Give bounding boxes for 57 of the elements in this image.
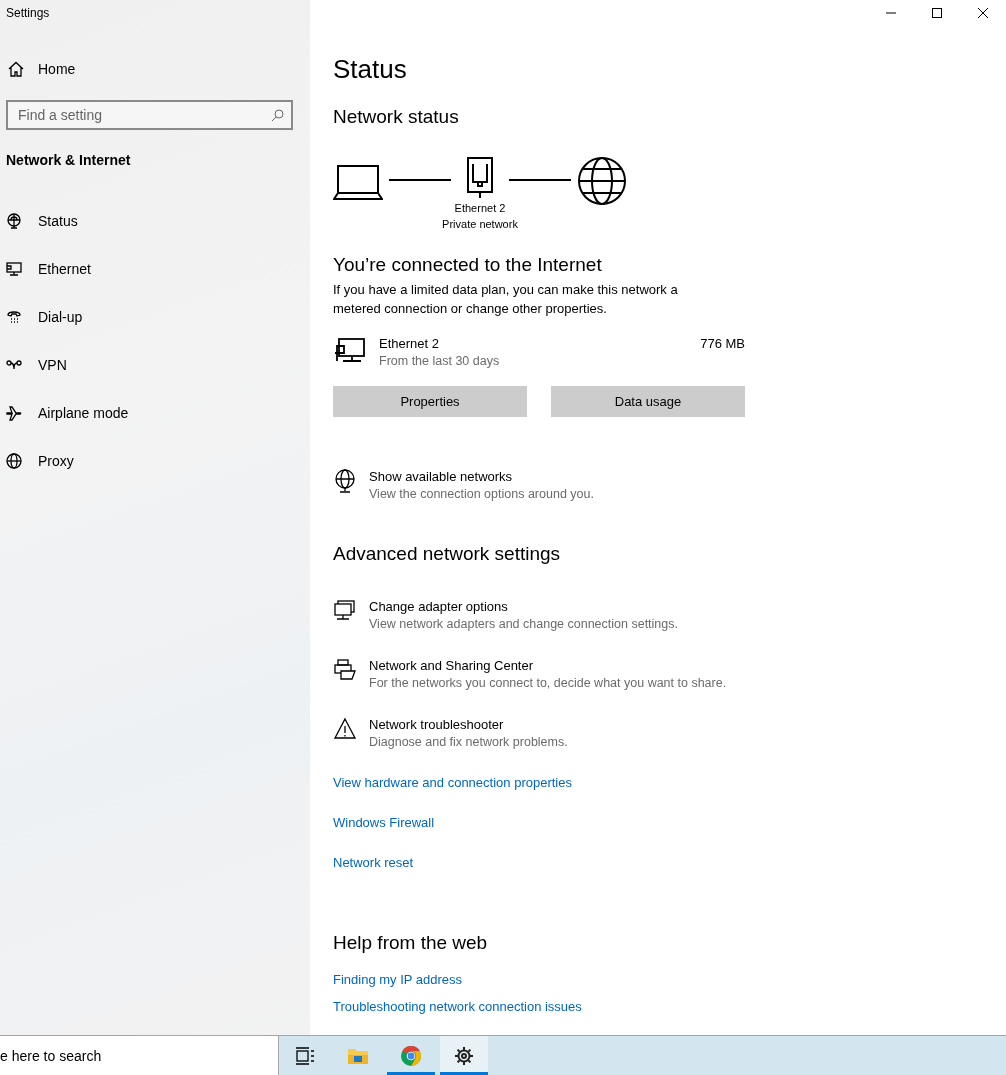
properties-button[interactable]: Properties — [333, 386, 527, 417]
folder-icon — [347, 1046, 369, 1065]
connector-line — [509, 179, 571, 181]
home-icon — [8, 61, 24, 77]
section-heading: Help from the web — [333, 932, 489, 954]
connection-status: You’re connected to the Internet — [333, 254, 603, 276]
settings-link[interactable]: Network and Sharing Center For the networks you connect to, decide what you want to share. — [333, 658, 1006, 690]
sidebar-item[interactable]: Dial-up — [0, 293, 310, 341]
settings-link[interactable]: Change adapter options View network adapters and change connection settings. — [333, 599, 1006, 631]
link[interactable]: Network reset — [333, 855, 414, 870]
sidebar-item[interactable]: Status — [0, 197, 310, 245]
link[interactable]: Windows Firewall — [333, 815, 435, 830]
airplane-icon — [6, 405, 22, 421]
show-networks-link[interactable]: Show available networks View the connection options around you. — [333, 469, 1006, 501]
chrome-icon — [400, 1044, 422, 1067]
sidebar-item[interactable]: Ethernet — [0, 245, 310, 293]
link[interactable]: Finding my IP address — [333, 972, 463, 987]
page-title: Status — [333, 54, 408, 85]
settings-link[interactable]: Network troubleshooter Diagnose and fix network problems. — [333, 717, 1006, 749]
link[interactable]: View hardware and connection properties — [333, 775, 572, 790]
search-icon — [271, 109, 284, 122]
usage-period: From the last 30 days — [379, 354, 501, 368]
globe-monitor-icon — [6, 213, 22, 229]
data-usage-value: 776 MB — [700, 336, 745, 353]
window-title: Settings — [5, 5, 51, 22]
adapter-name: Ethernet 2 — [379, 336, 440, 351]
maximize-icon — [932, 8, 942, 18]
warning-icon — [333, 717, 357, 741]
adapter-label: Ethernet 2 — [454, 201, 506, 216]
globe-monitor-icon — [333, 469, 357, 493]
ethernet-icon — [6, 261, 22, 277]
network-type-label: Private network — [442, 217, 518, 232]
sidebar-item[interactable]: Proxy — [0, 437, 310, 485]
connector-line — [389, 179, 451, 181]
taskbar-search-field[interactable]: e here to search — [0, 1036, 279, 1075]
section-heading: Network & Internet — [6, 152, 132, 168]
section-heading: Network status — [333, 106, 460, 128]
globe-icon — [6, 453, 22, 469]
sidebar-item[interactable]: Airplane mode — [0, 389, 310, 437]
ethernet-icon — [333, 336, 365, 364]
link[interactable]: Troubleshooting network connection issues — [333, 999, 582, 1014]
printer-folder-icon — [333, 658, 357, 682]
sidebar-item[interactable]: VPN — [0, 341, 310, 389]
laptop-icon — [333, 162, 383, 202]
settings-icon — [454, 1045, 474, 1066]
section-heading: Advanced network settings — [333, 543, 562, 565]
taskbar-button[interactable] — [440, 1036, 488, 1075]
search-field[interactable]: Find a setting — [6, 100, 293, 130]
phone-icon — [6, 309, 22, 325]
globe-icon — [577, 156, 627, 206]
task-view-icon — [295, 1046, 315, 1065]
ethernet-port-icon — [465, 156, 495, 200]
monitors-icon — [333, 599, 357, 623]
description: If you have a limited data plan, you can make this network a metered connection or change other properties. — [333, 281, 679, 318]
data-usage-button[interactable]: Data usage — [551, 386, 745, 417]
home-link[interactable]: Home — [0, 52, 310, 86]
close-icon — [978, 8, 988, 18]
